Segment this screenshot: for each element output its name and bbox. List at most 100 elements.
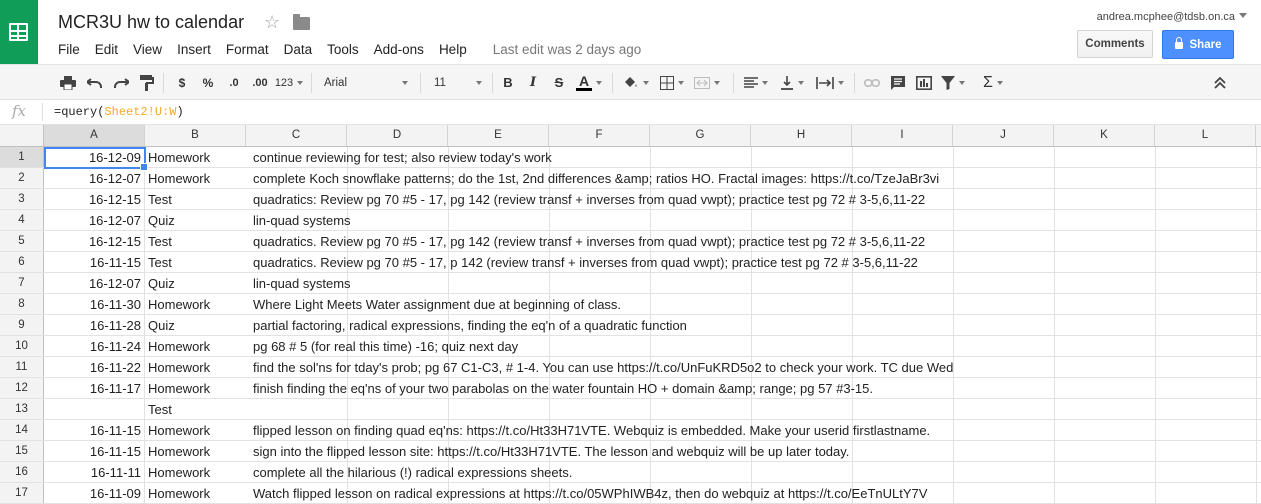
type-cell[interactable]: Quiz — [145, 273, 246, 293]
menu-add-ons[interactable]: Add-ons — [374, 42, 424, 57]
redo-icon[interactable] — [111, 65, 131, 100]
description-cell[interactable]: continue reviewing for test; also review… — [246, 147, 552, 168]
font-size-dropdown[interactable]: 11 — [430, 65, 486, 100]
row-header[interactable]: 10 — [0, 336, 44, 356]
comments-button[interactable]: Comments — [1077, 30, 1153, 58]
type-cell[interactable]: Homework — [145, 378, 246, 398]
menu-view[interactable]: View — [133, 42, 162, 57]
type-cell[interactable]: Test — [145, 189, 246, 209]
date-cell[interactable]: 16-11-17 — [44, 378, 145, 398]
menu-format[interactable]: Format — [226, 42, 269, 57]
date-cell[interactable]: 16-11-28 — [44, 315, 145, 335]
description-cell[interactable]: sign into the flipped lesson site: https… — [246, 441, 849, 462]
currency-format-button[interactable]: $ — [174, 65, 190, 100]
row-header[interactable]: 11 — [0, 357, 44, 377]
date-cell[interactable] — [44, 399, 145, 419]
date-cell[interactable]: 16-11-15 — [44, 441, 145, 461]
description-cell[interactable]: complete Koch snowflake patterns; do the… — [246, 168, 939, 189]
description-cell[interactable]: quadratics. Review pg 70 #5 - 17, p 142 … — [246, 252, 918, 273]
column-header-c[interactable]: C — [246, 125, 347, 146]
description-cell[interactable]: quadratics. Review pg 70 #5 - 17, pg 142… — [246, 231, 925, 252]
column-header-f[interactable]: F — [549, 125, 650, 146]
column-header-a[interactable]: A — [44, 125, 145, 146]
description-cell[interactable]: finish finding the eq'ns of your two par… — [246, 378, 873, 399]
account-email[interactable]: andrea.mcphee@tdsb.on.ca — [1097, 11, 1235, 23]
italic-button[interactable]: I — [525, 65, 541, 100]
date-cell[interactable]: 16-12-09 — [44, 147, 145, 167]
insert-chart-icon[interactable] — [913, 65, 935, 100]
menu-insert[interactable]: Insert — [177, 42, 211, 57]
row-header[interactable]: 15 — [0, 441, 44, 461]
text-color-dropdown[interactable]: A — [574, 65, 604, 100]
insert-comment-icon[interactable] — [888, 65, 908, 100]
borders-dropdown[interactable] — [658, 65, 686, 100]
spreadsheet-grid[interactable]: 1 16-12-09 Homework continue reviewing f… — [0, 147, 1261, 504]
date-cell[interactable]: 16-11-11 — [44, 462, 145, 482]
description-cell[interactable]: pg 68 # 5 (for real this time) -16; quiz… — [246, 336, 518, 357]
paint-format-icon[interactable] — [137, 65, 157, 100]
select-all-corner[interactable] — [0, 125, 44, 146]
date-cell[interactable]: 16-11-15 — [44, 420, 145, 440]
type-cell[interactable]: Test — [145, 231, 246, 251]
row-header[interactable]: 14 — [0, 420, 44, 440]
type-cell[interactable]: Homework — [145, 147, 246, 167]
date-cell[interactable]: 16-11-15 — [44, 252, 145, 272]
type-cell[interactable]: Homework — [145, 168, 246, 188]
column-header-l[interactable]: L — [1155, 125, 1256, 146]
description-cell[interactable]: find the sol'ns for tday's prob; pg 67 C… — [246, 357, 953, 378]
date-cell[interactable]: 16-12-15 — [44, 231, 145, 251]
increase-decimal-button[interactable]: .00 — [248, 65, 272, 100]
row-header[interactable]: 12 — [0, 378, 44, 398]
row-header[interactable]: 5 — [0, 231, 44, 251]
row-header[interactable]: 2 — [0, 168, 44, 188]
column-header-e[interactable]: E — [448, 125, 549, 146]
percent-format-button[interactable]: % — [199, 65, 217, 100]
date-cell[interactable]: 16-12-07 — [44, 210, 145, 230]
menu-data[interactable]: Data — [284, 42, 313, 57]
date-cell[interactable]: 16-12-07 — [44, 273, 145, 293]
type-cell[interactable]: Test — [145, 399, 246, 419]
text-wrapping-dropdown[interactable] — [813, 65, 847, 100]
date-cell[interactable]: 16-11-30 — [44, 294, 145, 314]
type-cell[interactable]: Homework — [145, 441, 246, 461]
bold-button[interactable]: B — [500, 65, 516, 100]
type-cell[interactable]: Homework — [145, 462, 246, 482]
fill-color-dropdown[interactable] — [621, 65, 651, 100]
type-cell[interactable]: Test — [145, 252, 246, 272]
column-header-b[interactable]: B — [145, 125, 246, 146]
row-header[interactable]: 1 — [0, 147, 44, 167]
decrease-decimal-button[interactable]: .0 — [223, 65, 245, 100]
row-header[interactable]: 16 — [0, 462, 44, 482]
description-cell[interactable]: quadratics: Review pg 70 #5 - 17, pg 142… — [246, 189, 925, 210]
folder-icon[interactable] — [293, 14, 310, 30]
row-header[interactable]: 3 — [0, 189, 44, 209]
row-header[interactable]: 6 — [0, 252, 44, 272]
date-cell[interactable]: 16-11-24 — [44, 336, 145, 356]
description-cell[interactable]: Watch flipped lesson on radical expressi… — [246, 483, 927, 504]
description-cell[interactable]: Where Light Meets Water assignment due a… — [246, 294, 621, 315]
type-cell[interactable]: Quiz — [145, 315, 246, 335]
star-icon[interactable]: ☆ — [264, 12, 280, 33]
undo-icon[interactable] — [85, 65, 105, 100]
date-cell[interactable]: 16-12-07 — [44, 168, 145, 188]
menu-help[interactable]: Help — [439, 42, 467, 57]
date-cell[interactable]: 16-11-09 — [44, 483, 145, 503]
row-header[interactable]: 7 — [0, 273, 44, 293]
number-format-dropdown[interactable]: 123 — [274, 65, 304, 100]
document-title[interactable]: MCR3U hw to calendar — [58, 12, 244, 33]
row-header[interactable]: 8 — [0, 294, 44, 314]
column-header-i[interactable]: I — [852, 125, 953, 146]
description-cell[interactable]: flipped lesson on finding quad eq'ns: ht… — [246, 420, 930, 441]
column-header-g[interactable]: G — [650, 125, 751, 146]
row-header[interactable]: 9 — [0, 315, 44, 335]
share-button[interactable]: Share — [1162, 30, 1234, 59]
type-cell[interactable]: Homework — [145, 357, 246, 377]
menu-tools[interactable]: Tools — [327, 42, 359, 57]
row-header[interactable]: 4 — [0, 210, 44, 230]
menu-edit[interactable]: Edit — [95, 42, 118, 57]
column-header-j[interactable]: J — [953, 125, 1054, 146]
collapse-toolbar-icon[interactable] — [1208, 65, 1232, 100]
date-cell[interactable]: 16-12-15 — [44, 189, 145, 209]
row-header[interactable]: 13 — [0, 399, 44, 419]
column-header-k[interactable]: K — [1054, 125, 1155, 146]
